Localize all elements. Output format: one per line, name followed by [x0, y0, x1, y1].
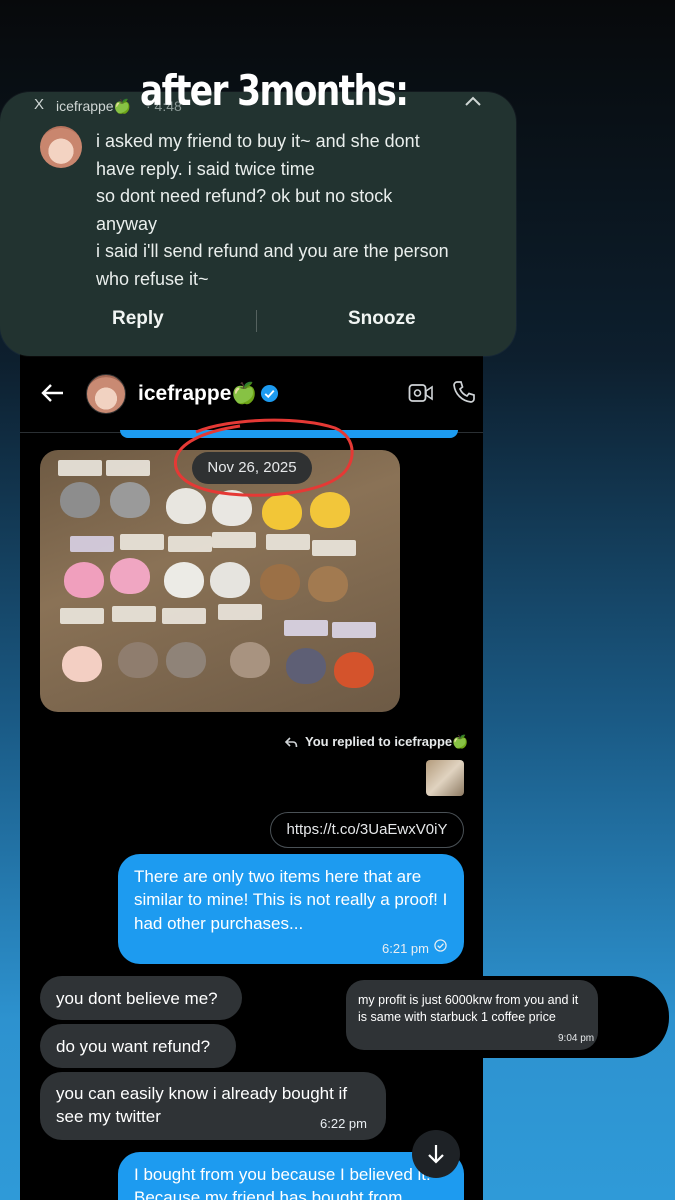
plush-item	[210, 562, 250, 598]
avatar	[40, 126, 82, 168]
product-tag	[218, 604, 262, 620]
message-text: I bought from you because I believed it!…	[134, 1165, 431, 1200]
chevron-up-icon[interactable]	[464, 94, 482, 108]
plush-item	[62, 646, 102, 682]
product-tag	[58, 460, 102, 476]
plush-item	[286, 648, 326, 684]
avatar[interactable]	[86, 374, 126, 414]
message-line: i asked my friend to buy it~ and she don…	[96, 131, 420, 151]
overlay-message-screenshot: my profit is just 6000krw from you and i…	[336, 976, 669, 1058]
message-outgoing[interactable]: There are only two items here that are s…	[118, 854, 464, 964]
message-text: you dont believe me?	[56, 989, 218, 1008]
message-incoming[interactable]: you can easily know i already bought if …	[40, 1072, 386, 1140]
product-tag	[106, 460, 150, 476]
reply-arrow-icon	[284, 737, 298, 748]
notification-message: i asked my friend to buy it~ and she don…	[96, 128, 482, 294]
plush-item	[64, 562, 104, 598]
product-tag	[120, 534, 164, 550]
message-line: who refuse it~	[96, 268, 209, 289]
product-tag	[212, 532, 256, 548]
notification-actions: Reply Snooze	[0, 298, 516, 338]
message-line: anyway	[96, 213, 158, 234]
message-incoming[interactable]: do you want refund?	[40, 1024, 236, 1068]
back-arrow-icon[interactable]	[40, 380, 66, 406]
snooze-button[interactable]: Snooze	[348, 308, 416, 330]
notification-app-name: icefrappe🍏	[56, 98, 132, 114]
plush-item	[308, 566, 348, 602]
plush-item	[260, 564, 300, 600]
plush-item	[334, 652, 374, 688]
message-text: do you want refund?	[56, 1037, 211, 1056]
plush-item	[166, 642, 206, 678]
plush-item	[164, 562, 204, 598]
message-time: 9:04 pm	[558, 1033, 595, 1044]
product-tag	[312, 540, 356, 556]
plush-item	[110, 482, 150, 518]
link-message[interactable]: https://t.co/3UaEwxV0iY	[270, 812, 464, 848]
message-text: There are only two items here that are s…	[134, 867, 448, 933]
product-tag	[70, 536, 114, 552]
product-tag	[266, 534, 310, 550]
message-line: i said i'll send refund and you are the …	[96, 241, 449, 262]
message-line: so dont need refund? ok but no stock	[96, 186, 393, 207]
read-check-icon	[434, 939, 447, 952]
product-tag	[284, 620, 328, 636]
product-tag	[332, 622, 376, 638]
video-call-icon[interactable]	[408, 382, 434, 404]
close-icon[interactable]: X	[34, 96, 44, 113]
story-caption: after 3months:	[140, 66, 409, 115]
plush-item	[118, 642, 158, 678]
scroll-down-button[interactable]	[412, 1130, 460, 1178]
reply-button[interactable]: Reply	[112, 308, 164, 330]
annotation-circle	[173, 418, 354, 497]
message-incoming[interactable]: my profit is just 6000krw from you and i…	[346, 980, 598, 1050]
notification-card[interactable]: X icefrappe🍏 · 4:48 i asked my friend to…	[0, 92, 516, 356]
message-line: have reply. i said twice time	[96, 158, 315, 179]
message-text: my profit is just 6000krw from you and i…	[358, 993, 579, 1024]
phone-icon[interactable]	[452, 380, 476, 404]
message-incoming[interactable]: you dont believe me?	[40, 976, 242, 1020]
plush-item	[230, 642, 270, 678]
plush-item	[60, 482, 100, 518]
product-tag	[112, 606, 156, 622]
message-time: 6:22 pm	[320, 1116, 367, 1131]
message-time: 6:21 pm	[382, 941, 429, 956]
product-tag	[168, 536, 212, 552]
chat-window: icefrappe🍏 Nov 26, 2025 You replied to i…	[20, 352, 483, 1200]
product-tag	[60, 608, 104, 624]
plush-item	[110, 558, 150, 594]
replied-thumbnail[interactable]	[426, 760, 464, 796]
contact-name[interactable]: icefrappe🍏	[138, 382, 258, 406]
product-tag	[162, 608, 206, 624]
arrow-down-icon	[428, 1145, 444, 1164]
replied-label: You replied to icefrappe🍏	[305, 734, 469, 749]
divider	[256, 310, 257, 332]
verified-badge-icon	[260, 384, 279, 403]
